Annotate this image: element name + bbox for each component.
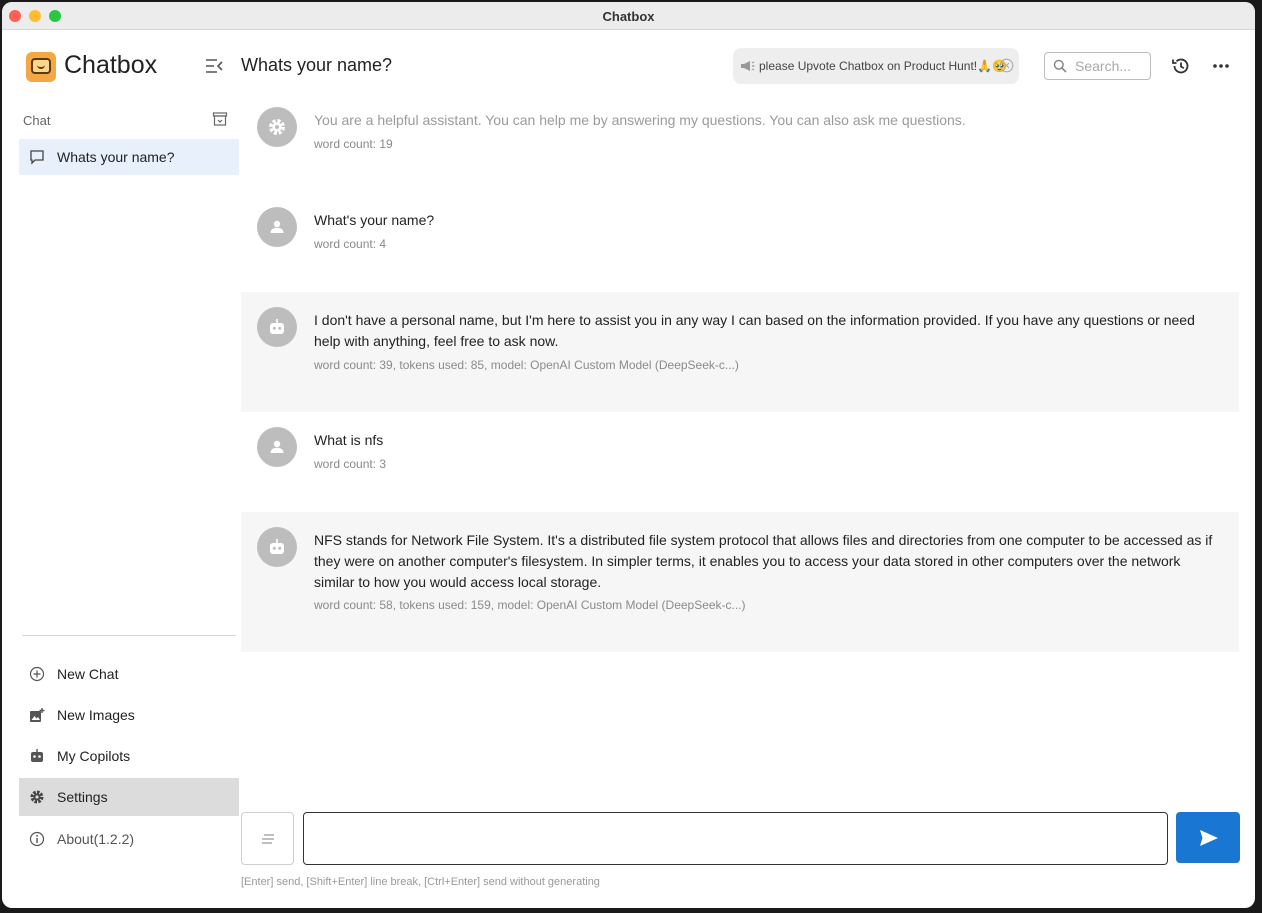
new-chat-label: New Chat <box>57 666 119 682</box>
lines-icon <box>262 834 274 844</box>
promo-banner[interactable]: please Upvote Chatbox on Product Hunt!🙏🥹 <box>733 48 1019 84</box>
chat-title: Whats your name? <box>241 55 393 75</box>
robot-icon <box>31 749 43 762</box>
gear-icon <box>30 790 44 804</box>
add-image-icon <box>30 708 45 722</box>
archive-icon[interactable] <box>212 111 228 127</box>
message-user: What is nfs word count: 3 <box>241 417 1239 497</box>
search-icon <box>1053 59 1067 73</box>
new-images-label: New Images <box>57 707 135 723</box>
title-bar: Chatbox <box>2 2 1255 30</box>
window-title: Chatbox <box>602 9 655 24</box>
user-avatar <box>257 427 297 467</box>
gear-icon <box>269 119 285 135</box>
app-window: Chatbox Chatbox Chat Whats your name? Ne… <box>2 2 1255 908</box>
my-copilots-button[interactable]: My Copilots <box>19 737 239 775</box>
about-label: About(1.2.2) <box>57 831 135 847</box>
message-user: What's your name? word count: 4 <box>241 197 1239 277</box>
message-meta: word count: 19 <box>314 137 393 151</box>
sidebar-chat-item[interactable]: Whats your name? <box>19 139 239 175</box>
person-icon <box>270 220 284 233</box>
sidebar-divider <box>22 635 236 636</box>
info-icon <box>29 831 45 847</box>
send-button[interactable] <box>1176 812 1240 863</box>
message-text: NFS stands for Network File System. It's… <box>314 532 1213 590</box>
promo-text: please Upvote Chatbox on Product Hunt!🙏🥹 <box>759 59 1008 73</box>
message-text: You are a helpful assistant. You can hel… <box>314 112 966 128</box>
settings-label: Settings <box>57 789 108 805</box>
robot-icon <box>270 319 284 334</box>
chat-bubble-icon <box>30 150 44 165</box>
about-button[interactable]: About(1.2.2) <box>19 820 239 858</box>
close-icon[interactable] <box>999 58 1014 73</box>
message-text: What's your name? <box>314 212 435 228</box>
user-avatar <box>257 207 297 247</box>
app-logo-icon <box>26 52 56 82</box>
system-avatar <box>257 107 297 147</box>
message-assistant: I don't have a personal name, but I'm he… <box>241 292 1239 412</box>
assistant-avatar <box>257 527 297 567</box>
message-meta: word count: 58, tokens used: 159, model:… <box>314 598 746 612</box>
new-images-button[interactable]: New Images <box>19 696 239 734</box>
message-meta: word count: 4 <box>314 237 387 251</box>
app-name: Chatbox <box>64 51 158 79</box>
history-icon[interactable] <box>1171 56 1191 76</box>
keyboard-hint: [Enter] send, [Shift+Enter] line break, … <box>241 876 600 888</box>
collapse-sidebar-icon[interactable] <box>205 58 223 74</box>
plus-circle-icon <box>29 666 45 682</box>
message-meta: word count: 39, tokens used: 85, model: … <box>314 358 739 372</box>
chat-section-label: Chat <box>23 113 51 128</box>
assistant-avatar <box>257 307 297 347</box>
settings-button[interactable]: Settings <box>19 778 239 816</box>
chat-item-label: Whats your name? <box>57 149 175 165</box>
my-copilots-label: My Copilots <box>57 748 131 764</box>
megaphone-icon <box>741 61 755 71</box>
message-text: I don't have a personal name, but I'm he… <box>314 312 1195 349</box>
more-options-icon[interactable] <box>1211 56 1231 76</box>
message-system: You are a helpful assistant. You can hel… <box>241 97 1239 177</box>
send-icon <box>1200 830 1218 846</box>
message-text: What is nfs <box>314 432 384 448</box>
robot-icon <box>270 539 284 554</box>
person-icon <box>270 440 284 453</box>
clear-context-button[interactable] <box>241 812 294 865</box>
message-assistant: NFS stands for Network File System. It's… <box>241 512 1239 652</box>
search-input[interactable] <box>1075 57 1147 75</box>
search-box[interactable] <box>1044 52 1151 80</box>
new-chat-button[interactable]: New Chat <box>19 655 239 693</box>
sidebar: Chatbox Chat Whats your name? New Chat N… <box>2 31 242 908</box>
message-input[interactable] <box>303 812 1168 865</box>
message-meta: word count: 3 <box>314 457 387 471</box>
